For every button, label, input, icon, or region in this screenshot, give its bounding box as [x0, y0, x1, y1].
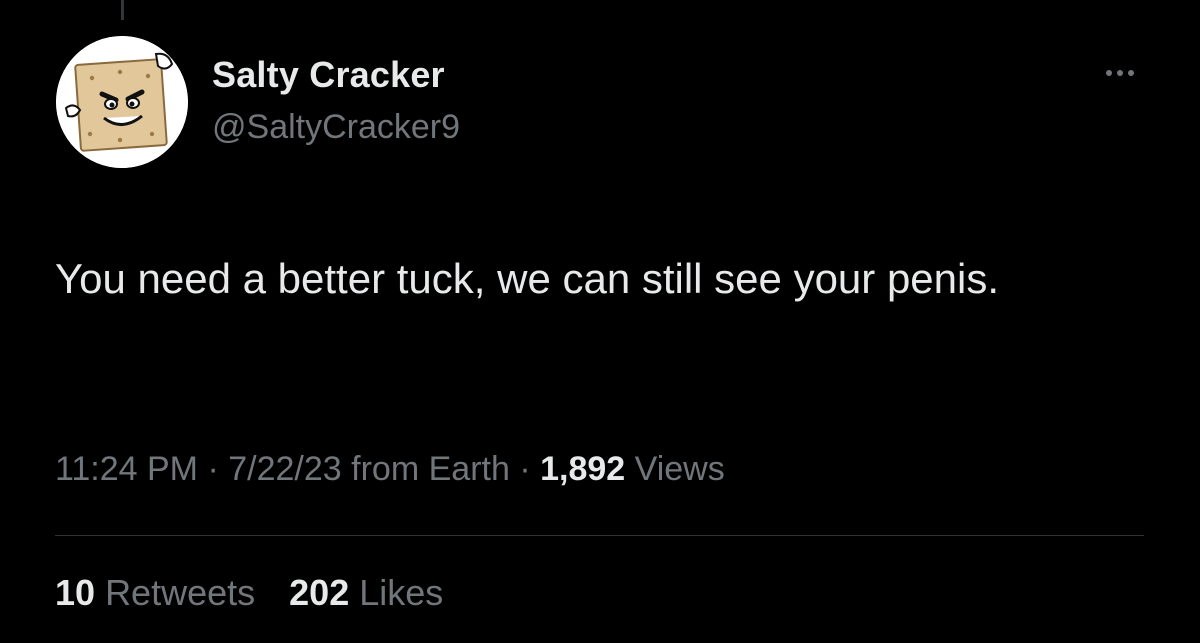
views-label: Views [634, 450, 725, 488]
author-handle[interactable]: @SaltyCracker9 [212, 108, 460, 147]
thread-connector-line [121, 0, 124, 20]
meta-separator: · [207, 450, 219, 488]
tweet-source: from Earth [351, 450, 510, 488]
retweets-link[interactable]: 10 Retweets [55, 572, 265, 613]
more-options-button[interactable] [1098, 58, 1142, 88]
views-count: 1,892 [540, 450, 626, 488]
tweet-text: You need a better tuck, we can still see… [55, 255, 1000, 302]
likes-label: Likes [359, 572, 444, 613]
tweet-date[interactable]: 7/22/23 [228, 450, 341, 488]
likes-count: 202 [289, 572, 350, 613]
tweet-time[interactable]: 11:24 PM [55, 450, 198, 488]
more-horizontal-icon [1106, 70, 1134, 76]
author-display-name[interactable]: Salty Cracker [212, 54, 445, 96]
divider [55, 535, 1144, 536]
cracker-character-icon [56, 36, 188, 168]
tweet-metadata: 11:24 PM · 7/22/23 from Earth · 1,892 Vi… [55, 450, 725, 489]
meta-separator: · [519, 450, 531, 488]
avatar[interactable] [56, 36, 188, 168]
engagement-stats: 10 Retweets 202 Likes [55, 572, 467, 614]
likes-link[interactable]: 202 Likes [289, 572, 443, 613]
retweets-count: 10 [55, 572, 96, 613]
retweets-label: Retweets [105, 572, 256, 613]
